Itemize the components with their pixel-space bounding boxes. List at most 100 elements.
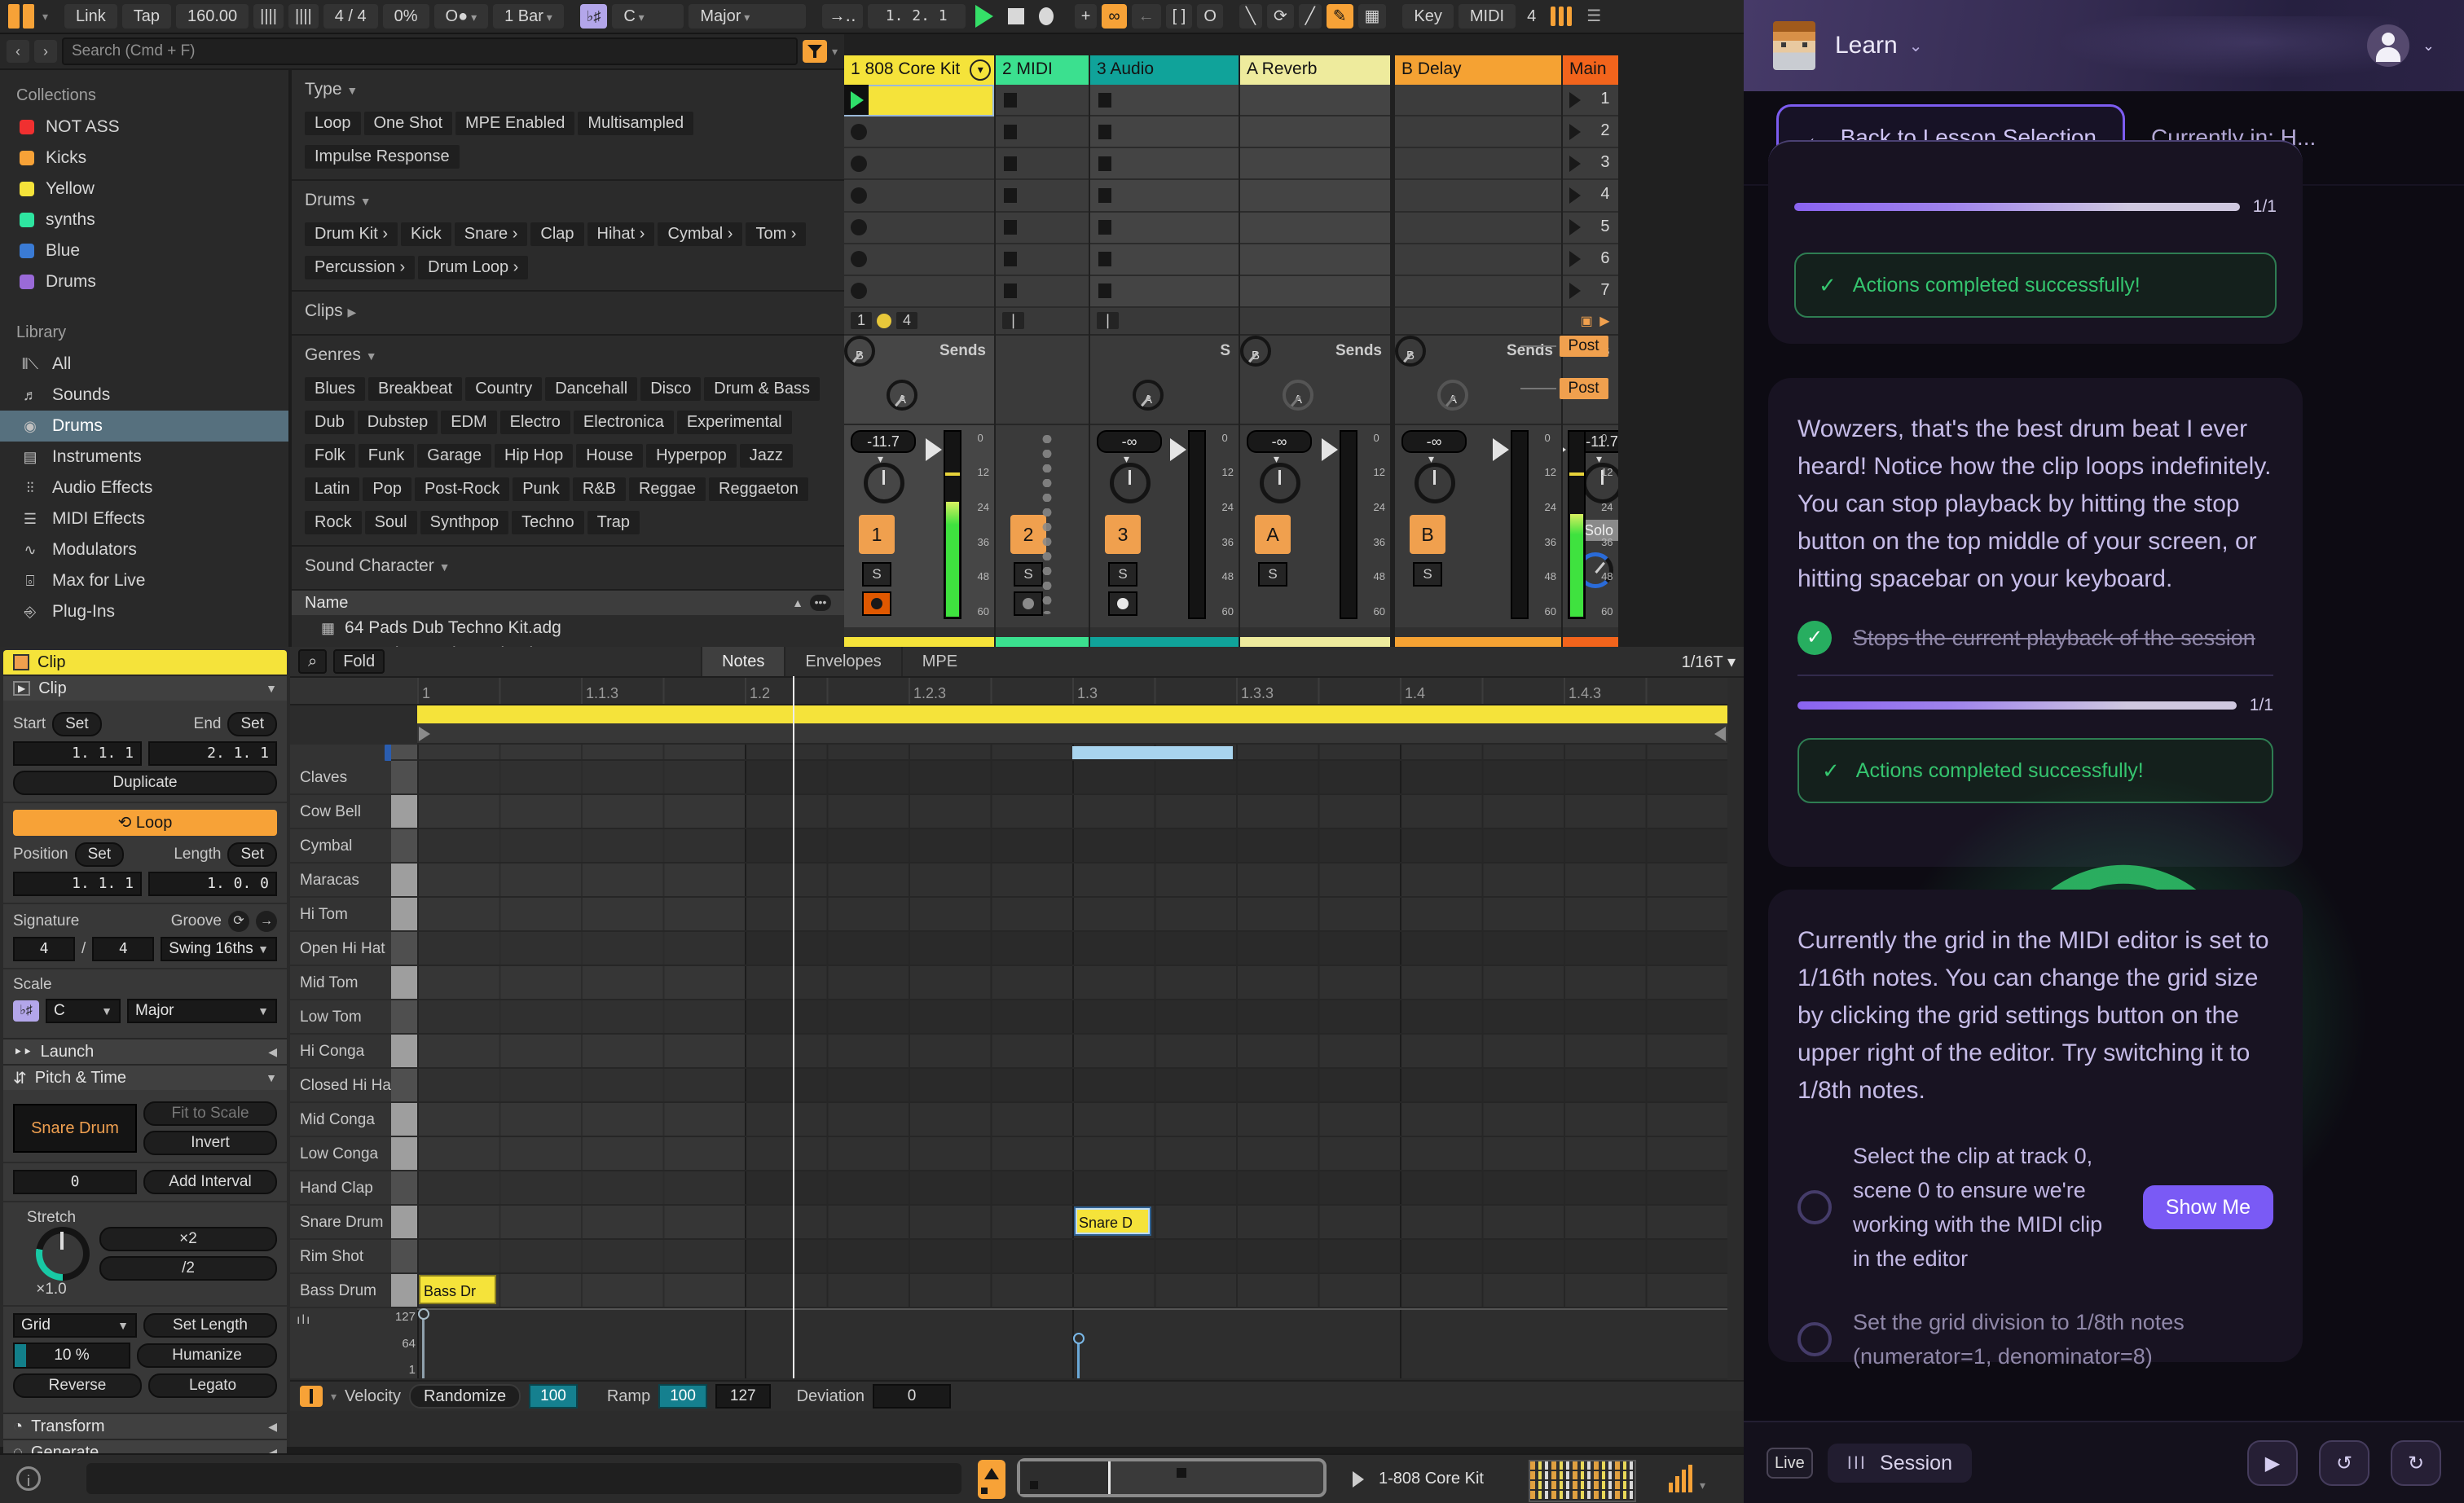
clip-slot[interactable] <box>1395 244 1561 276</box>
midi-overdub-icon[interactable]: ∞ <box>1102 4 1126 29</box>
clip-slot[interactable] <box>1090 213 1239 244</box>
velocity-lane[interactable] <box>417 1308 1727 1380</box>
clip-slot[interactable]: 2 <box>1563 116 1618 148</box>
clip-slot[interactable] <box>1395 276 1561 308</box>
genre-filter-chip[interactable]: Soul <box>365 511 417 534</box>
genre-filter-chip[interactable]: Hip Hop <box>495 444 573 468</box>
genre-filter-chip[interactable]: Garage <box>417 444 491 468</box>
genre-filter-chip[interactable]: Breakbeat <box>368 377 462 401</box>
clip-slot[interactable] <box>1395 85 1561 116</box>
clip-slot[interactable] <box>844 276 994 308</box>
clip-slot[interactable] <box>844 180 994 212</box>
zoom-scroll-widget[interactable] <box>1017 1458 1327 1497</box>
drum-row-lane[interactable] <box>417 898 1727 932</box>
clip-slot[interactable]: 3 <box>1563 148 1618 180</box>
play-button[interactable] <box>975 5 993 28</box>
back-to-arrangement-icon[interactable]: ← <box>1132 4 1161 29</box>
volume-value-field[interactable]: -∞ <box>1401 430 1467 453</box>
drum-row-label[interactable]: Hand Clap <box>290 1171 391 1206</box>
genre-filter-chip[interactable]: Jazz <box>740 444 793 468</box>
drum-row-key-zone[interactable] <box>391 1000 417 1035</box>
logo-dropdown-icon[interactable]: ▾ <box>42 10 48 24</box>
position-set-button[interactable]: Set <box>75 842 125 867</box>
name-column-header[interactable]: Name <box>305 594 348 613</box>
track-header[interactable]: 3 Audio ▾ <box>1090 55 1239 85</box>
clip-slot[interactable] <box>844 244 994 276</box>
drum-rack-thumbnail[interactable] <box>1529 1460 1636 1502</box>
genre-filter-chip[interactable]: Post-Rock <box>415 477 509 501</box>
info-icon[interactable]: i <box>16 1466 41 1491</box>
drum-row-lane[interactable] <box>417 1274 1727 1308</box>
key-map-button[interactable]: Key <box>1402 4 1453 29</box>
record-button[interactable] <box>1039 7 1054 25</box>
arm-record-button[interactable] <box>862 591 891 616</box>
clip-slot[interactable] <box>996 213 1089 244</box>
browser-file-row[interactable]: ▦ 64 Pads Dub Techno Kit.adg <box>292 615 844 641</box>
drums-filter-chip[interactable]: Snare › <box>455 222 528 246</box>
send-knob[interactable]: A <box>1283 380 1313 411</box>
clip-slot[interactable] <box>1240 116 1390 148</box>
length-set-button[interactable]: Set <box>227 842 277 867</box>
velocity-lane-dropdown[interactable]: ▾ <box>331 1390 337 1404</box>
clip-slot[interactable] <box>1240 244 1390 276</box>
clip-section-header[interactable]: ▶Clip▼ <box>3 675 287 701</box>
device-expand-icon[interactable] <box>1353 1471 1364 1488</box>
genre-filter-chip[interactable]: House <box>576 444 643 468</box>
fade-in-icon[interactable]: ╲ <box>1239 4 1262 29</box>
loop-brace[interactable] <box>417 705 1727 723</box>
genre-filter-chip[interactable]: EDM <box>441 411 496 434</box>
library-item[interactable]: ⫶⫶ Audio Effects <box>0 472 288 503</box>
groove-apply-icon[interactable]: → <box>256 911 277 932</box>
row-preview-headphone-icon[interactable]: ∩ <box>385 745 391 761</box>
clip-slot[interactable] <box>996 180 1089 212</box>
track-activator-button[interactable]: 3 <box>1105 515 1141 554</box>
drums-filter-chip[interactable]: Hihat › <box>587 222 655 246</box>
interval-field[interactable]: 0 <box>13 1170 137 1194</box>
browser-back-icon[interactable]: ‹ <box>7 40 29 63</box>
punch-in-icon[interactable]: [ ] <box>1166 4 1193 29</box>
drum-row-lane[interactable] <box>417 1137 1727 1171</box>
clip-slot[interactable] <box>1090 244 1239 276</box>
drum-row-key-zone[interactable] <box>391 1171 417 1206</box>
stop-all-clips-icons[interactable]: ▣ ▶ <box>1581 313 1612 329</box>
volume-fader-handle[interactable] <box>1493 438 1509 461</box>
clips-filter-title[interactable]: Clips ▶ <box>305 301 831 321</box>
volume-fader-handle[interactable] <box>926 438 942 461</box>
root-note-menu[interactable]: C <box>612 4 684 29</box>
scale-mode-icon[interactable]: ♭♯ <box>580 4 608 29</box>
genre-filter-chip[interactable]: Dancehall <box>545 377 637 401</box>
clip-slot[interactable] <box>996 85 1089 116</box>
learn-menu[interactable]: Learn⌄ <box>1835 32 1923 59</box>
follow-button[interactable]: →‥ <box>822 4 862 29</box>
drum-row-key-zone[interactable] <box>391 966 417 1000</box>
send-knob[interactable]: A <box>887 380 917 411</box>
groove-amount-field[interactable]: 0% <box>383 4 429 29</box>
stretch-div2-button[interactable]: /2 <box>99 1256 277 1281</box>
genre-filter-chip[interactable]: Electronica <box>574 411 674 434</box>
position-value-field[interactable]: 1. 1. 1 <box>13 872 142 896</box>
drum-row-label[interactable]: Snare Drum <box>290 1206 391 1240</box>
clip-slot[interactable] <box>844 116 994 148</box>
drum-row-lane[interactable] <box>417 1206 1727 1240</box>
clip-slot[interactable] <box>1240 180 1390 212</box>
type-filter-chip[interactable]: Impulse Response <box>305 145 460 169</box>
drums-filter-chip[interactable]: Percussion › <box>305 256 415 279</box>
clip-slot[interactable] <box>844 85 994 116</box>
drum-row-key-zone[interactable] <box>391 932 417 966</box>
clip-root-select[interactable]: C▼ <box>46 999 121 1023</box>
drum-row-lane[interactable] <box>417 1000 1727 1035</box>
randomize-button[interactable]: Randomize <box>409 1384 521 1409</box>
clip-slot[interactable] <box>1090 180 1239 212</box>
collection-item[interactable]: NOT ASS <box>0 112 288 143</box>
overflow-menu-icon[interactable]: ☰ <box>1580 4 1608 29</box>
drum-row-key-zone[interactable] <box>391 1240 417 1274</box>
sound-character-title[interactable]: Sound Character ▼ <box>305 556 831 576</box>
arm-record-button[interactable] <box>1108 591 1137 616</box>
drum-row-key-zone[interactable] <box>391 829 417 864</box>
drums-filter-chip[interactable]: Tom › <box>746 222 806 246</box>
genre-filter-chip[interactable]: Dubstep <box>358 411 438 434</box>
session-view-pill[interactable]: IIISession <box>1828 1444 1972 1483</box>
stretch-knob[interactable] <box>36 1227 90 1281</box>
humanize-button[interactable]: Humanize <box>137 1343 277 1368</box>
genre-filter-chip[interactable]: Punk <box>513 477 570 501</box>
